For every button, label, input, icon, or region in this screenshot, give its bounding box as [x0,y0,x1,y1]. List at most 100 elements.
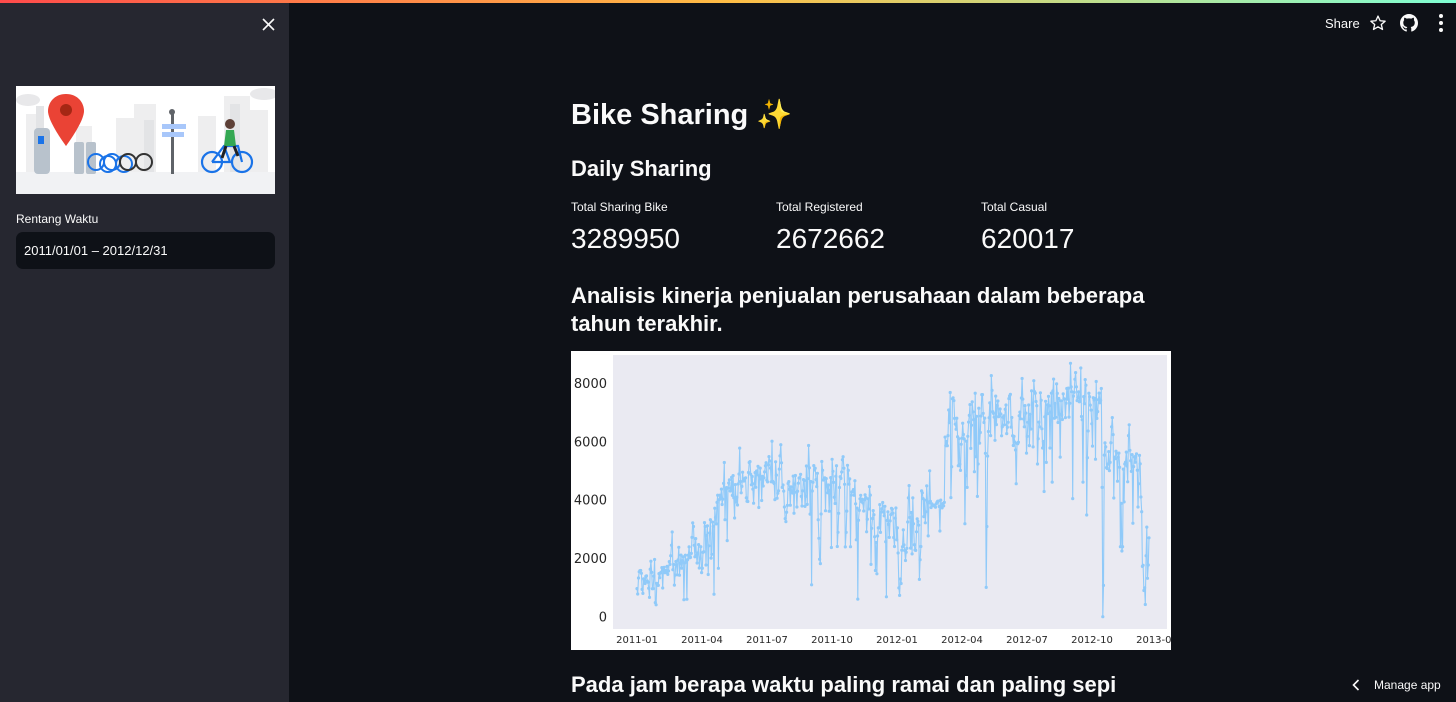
data-point [1071,394,1075,398]
data-point [748,460,752,464]
data-point [875,572,879,576]
data-point [1087,391,1091,395]
data-point [702,550,706,554]
data-point [746,499,750,504]
data-point [909,510,913,515]
data-point [752,482,756,486]
data-point [690,535,694,539]
data-point [1093,396,1097,401]
share-button[interactable]: Share [1325,16,1360,31]
data-point [836,530,840,534]
data-point [845,509,849,513]
data-point [870,526,874,530]
data-point [824,477,828,481]
data-point [852,493,856,497]
data-point [1094,379,1098,384]
metric-total-casual: Total Casual 620017 [981,200,1074,255]
manage-app-button[interactable]: Manage app [1352,678,1441,692]
data-point [882,514,886,518]
data-point [774,473,778,477]
data-point [900,548,904,552]
data-point [828,488,832,493]
data-point [677,573,682,577]
data-point [865,530,869,534]
data-point [981,411,985,415]
section-heading-hours: Pada jam berapa waktu paling ramai dan p… [571,672,1117,702]
data-point [873,568,877,573]
data-point [821,468,825,472]
data-point [998,407,1002,411]
github-button[interactable] [1400,14,1418,32]
data-point [815,471,819,475]
data-point [744,496,748,500]
star-button[interactable] [1369,14,1387,32]
data-point [1019,417,1023,421]
data-point [947,421,952,425]
data-point [1140,510,1144,514]
data-point [649,559,653,563]
data-point [895,526,899,530]
data-point [648,567,652,571]
data-point [711,520,715,524]
data-point [1052,377,1056,381]
data-point [758,466,762,470]
data-point [1038,391,1042,395]
data-point [906,520,910,524]
data-point [643,581,647,586]
data-point [839,476,843,480]
data-point [865,517,869,521]
data-point [787,480,791,484]
data-point [1072,390,1076,394]
data-point [856,597,860,601]
chevron-left-icon [1352,679,1360,691]
data-point [718,493,722,497]
data-point [978,430,982,435]
data-point [987,416,991,420]
data-point [635,587,639,591]
top-decoration-line [0,0,1456,3]
data-point [868,493,872,497]
date-range-input[interactable]: 2011/01/01 – 2012/12/31 [16,232,275,269]
data-point [1028,412,1032,416]
data-point [862,509,866,513]
data-point [1017,414,1021,418]
data-point [1097,391,1101,395]
data-point [985,524,989,529]
data-point [1096,410,1100,414]
data-point [642,578,646,583]
data-point [1010,415,1014,420]
data-point [922,498,927,502]
data-point [1073,377,1077,381]
data-point [835,544,839,549]
data-point [805,502,809,506]
data-point [1014,482,1018,486]
data-point [777,489,781,493]
data-point [782,505,786,509]
data-point [757,474,762,478]
data-point [749,483,753,487]
data-point [1115,479,1120,483]
data-point [777,467,781,471]
data-point [916,519,920,523]
data-point [721,497,725,501]
data-point [1116,455,1120,459]
data-point [917,577,921,581]
data-point [671,568,675,572]
data-point [919,544,923,549]
main-menu-button[interactable] [1436,14,1446,32]
data-point [1063,416,1067,420]
data-point [897,586,901,590]
data-point [832,495,836,499]
data-point [832,480,836,484]
data-point [867,507,871,511]
menu-dot-icon [1439,14,1443,18]
data-point [1011,443,1015,448]
data-point [963,522,967,526]
data-point [886,510,890,514]
data-point [979,414,983,418]
data-point [1121,545,1125,549]
close-sidebar-button[interactable] [258,14,278,34]
data-point [1082,395,1086,399]
data-point [1005,425,1009,429]
data-point [1071,497,1075,501]
